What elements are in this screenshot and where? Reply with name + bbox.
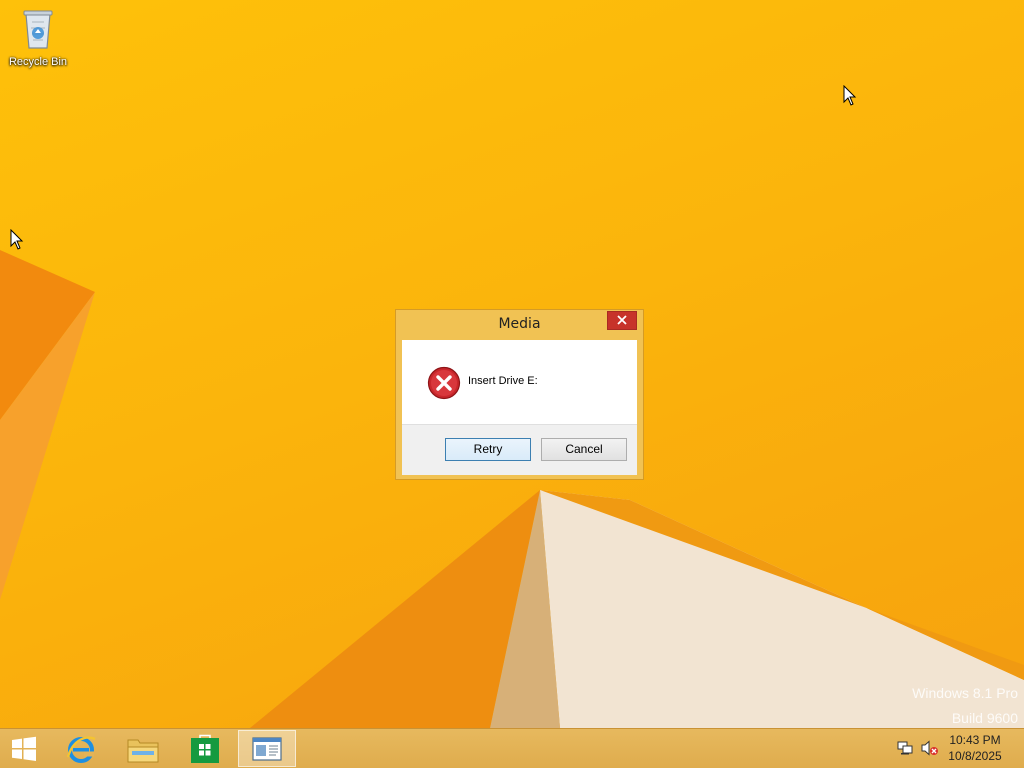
recycle-bin-shortcut[interactable]: Recycle Bin [4,6,72,68]
dialog-title: Media [498,316,541,332]
file-explorer-icon [127,739,159,762]
app-window-button[interactable] [238,730,296,767]
clock-time: 10:43 PM [949,733,1001,747]
taskbar-clock[interactable]: 10:43 PM 10/8/2025 [940,732,1010,764]
recycle-bin-label: Recycle Bin [8,56,68,68]
retry-button[interactable]: Retry [445,438,531,461]
internet-explorer-icon [66,735,96,763]
dialog-titlebar[interactable]: Media [396,310,643,340]
clock-date: 10/8/2025 [948,749,1002,763]
desktop: Recycle Bin Media Insert Drive E: Retry … [0,0,1024,768]
dialog-button-bar: Retry Cancel [402,424,637,475]
watermark-build: Build 9600 [951,710,1018,726]
volume-muted-icon[interactable] [921,740,939,756]
start-icon [12,736,36,761]
watermark-edition: Windows 8.1 Pro [912,685,1018,701]
file-explorer-button[interactable] [115,730,171,767]
media-dialog: Media Insert Drive E: Retry Cancel [395,309,644,480]
dialog-message: Insert Drive E: [468,375,538,387]
store-button[interactable] [177,730,233,767]
error-icon [427,366,461,400]
recycle-bin-icon [23,10,53,49]
close-icon [617,315,627,325]
dialog-content: Insert Drive E: Retry Cancel [402,340,637,475]
close-button[interactable] [607,311,637,330]
network-icon[interactable] [897,740,913,756]
start-button[interactable] [0,730,48,767]
cancel-button[interactable]: Cancel [541,438,627,461]
taskbar: 10:43 PM 10/8/2025 [0,728,1024,768]
store-icon [191,734,219,763]
mouse-cursor-icon [10,229,24,250]
app-window-icon [252,736,282,761]
dialog-message-area: Insert Drive E: [402,340,637,424]
wallpaper-shape-orange-fold [250,490,540,728]
internet-explorer-button[interactable] [53,730,109,767]
mouse-cursor-icon [843,85,857,106]
